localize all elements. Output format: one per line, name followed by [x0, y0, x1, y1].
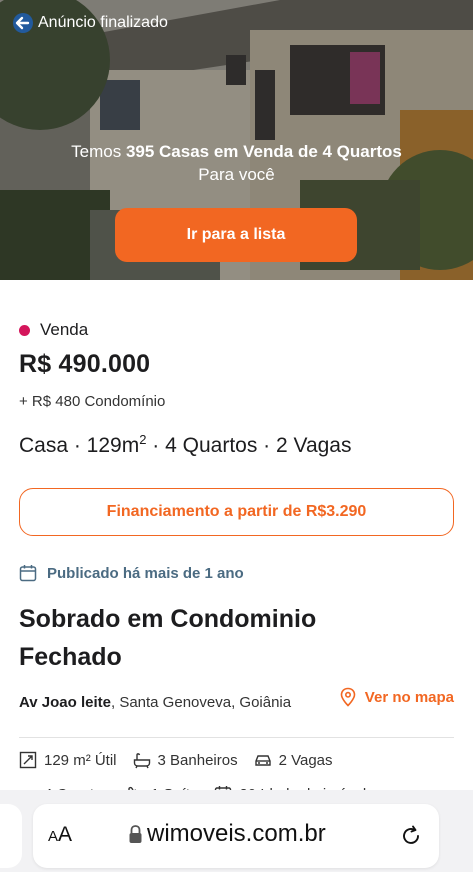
calendar-icon — [19, 565, 37, 582]
back-arrow-icon[interactable] — [12, 12, 34, 34]
address-rest: , Santa Genoveva, Goiânia — [110, 694, 292, 711]
text-size-button[interactable]: AA — [48, 823, 72, 847]
url-text[interactable]: wimoveis.com.br — [147, 820, 326, 848]
listing-type: Venda — [19, 320, 88, 340]
map-pin-icon[interactable] — [339, 687, 357, 707]
previous-tab-pill[interactable] — [0, 804, 22, 868]
hero-message-prefix: Temos — [71, 142, 126, 161]
go-to-list-button[interactable]: Ir para a lista — [115, 208, 357, 262]
published-label: Publicado há mais de 1 ano — [47, 564, 244, 582]
feature-parking: 2 Vagas — [254, 751, 333, 769]
address-street: Av Joao leite — [19, 694, 111, 711]
browser-toolbar: AA wimoveis.com.br — [0, 790, 473, 872]
sale-dot-icon — [19, 324, 30, 336]
view-map-label[interactable]: Ver no mapa — [365, 689, 454, 706]
hero-message: Temos 395 Casas em Venda de 4 Quartos Pa… — [60, 140, 413, 186]
back-label[interactable]: Anúncio finalizado — [38, 14, 168, 32]
feature-area: 129 m² Útil — [19, 751, 117, 769]
reload-icon[interactable] — [399, 824, 423, 848]
url-display[interactable]: wimoveis.com.br — [128, 820, 326, 848]
feature-area-label: 129 m² Útil — [44, 751, 117, 769]
condo-fee: + R$ 480 Condomínio — [19, 393, 166, 410]
car-icon — [254, 755, 271, 766]
published-info: Publicado há mais de 1 ano — [19, 564, 244, 582]
text-size-small[interactable]: A — [48, 828, 58, 845]
financing-button[interactable]: Financiamento a partir de R$3.290 — [19, 488, 454, 536]
listing-title: Sobrado em Condominio Fechado — [19, 605, 317, 671]
address: Av Joao leite, Santa Genoveva, Goiânia — [19, 694, 291, 711]
divider — [19, 737, 454, 738]
area-icon — [19, 751, 37, 769]
listing-type-label: Venda — [40, 320, 89, 339]
specs-before: Casa · 129m — [19, 434, 140, 457]
back-link[interactable]: Anúncio finalizado — [12, 12, 168, 34]
features-row-1: 129 m² Útil 3 Banheiros 2 Vagas — [19, 751, 333, 769]
feature-bathrooms-label: 3 Banheiros — [157, 751, 238, 769]
feature-bathrooms: 3 Banheiros — [133, 751, 238, 769]
feature-parking-label: 2 Vagas — [278, 751, 333, 769]
hero-message-bold: 395 Casas em Venda de 4 Quartos — [125, 142, 402, 161]
lock-icon — [129, 825, 142, 843]
text-size-large[interactable]: A — [58, 823, 72, 846]
view-map-link[interactable]: Ver no mapa — [339, 687, 454, 707]
bathtub-icon — [133, 753, 150, 769]
address-bar[interactable]: AA wimoveis.com.br — [33, 804, 439, 868]
hero-banner: Anúncio finalizado Temos 395 Casas em Ve… — [0, 0, 473, 280]
specs-summary: Casa · 129m2 · 4 Quartos · 2 Vagas — [19, 432, 352, 458]
hero-message-suffix: Para você — [198, 165, 275, 184]
specs-after: · 4 Quartos · 2 Vagas — [146, 434, 352, 457]
price: R$ 490.000 — [19, 350, 151, 378]
